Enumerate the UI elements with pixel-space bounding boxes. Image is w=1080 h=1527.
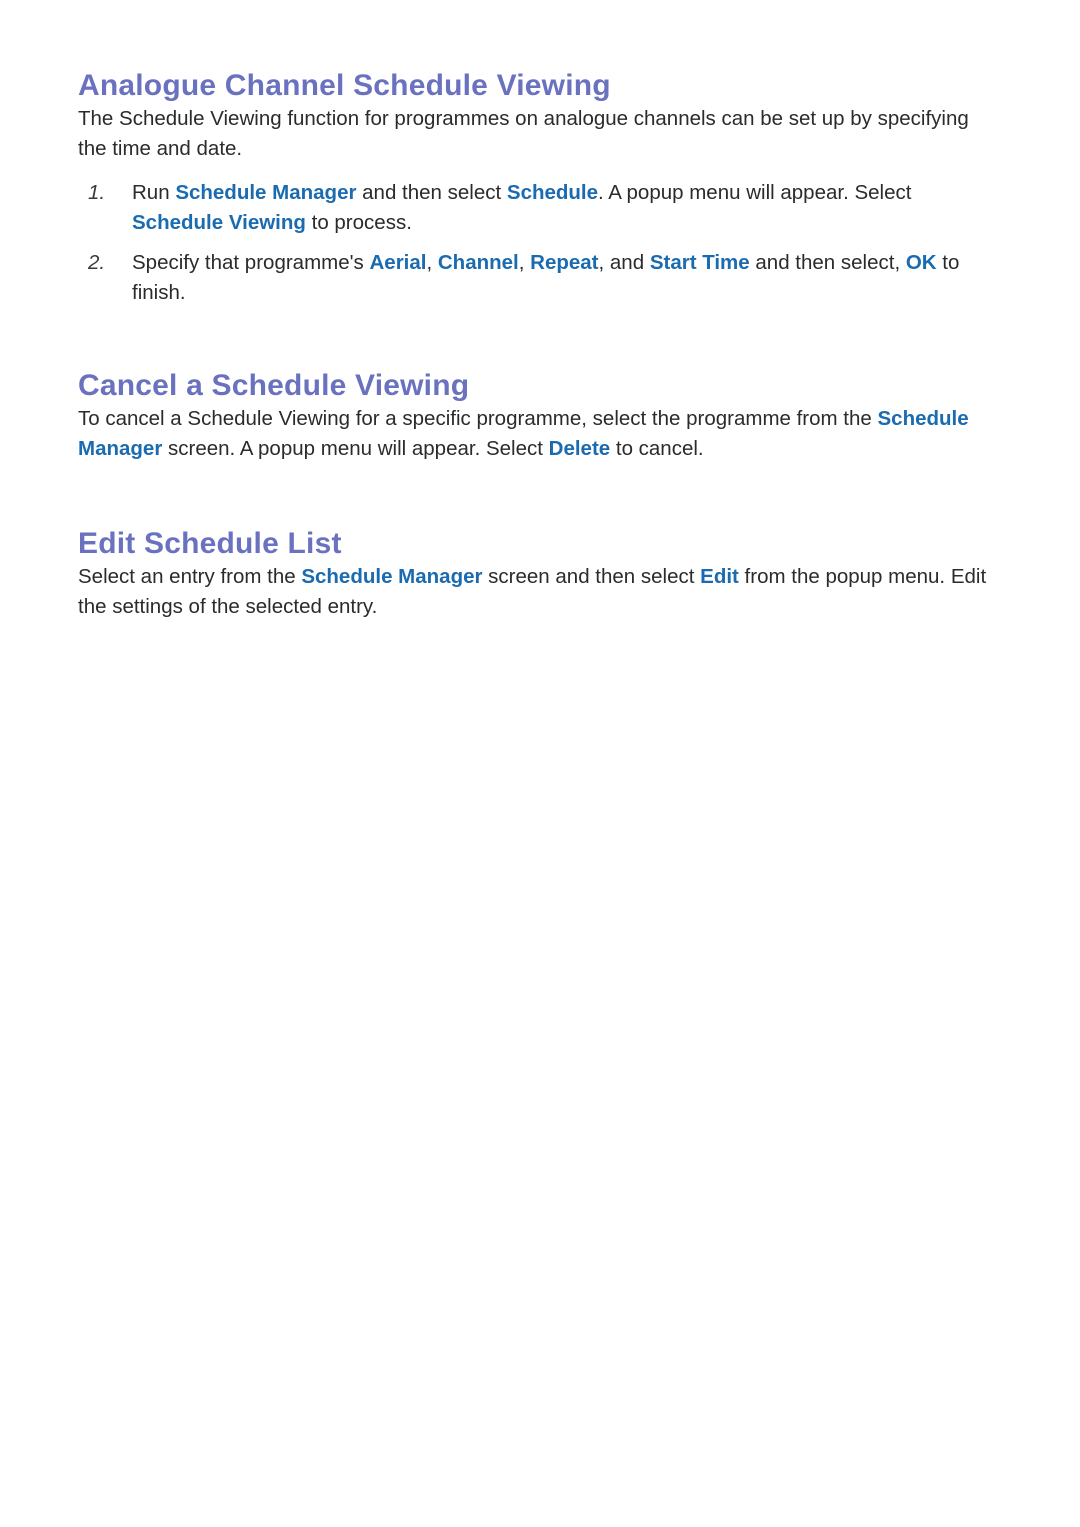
steps-list: 1. Run Schedule Manager and then select S… xyxy=(78,178,1002,308)
para-text-1: Select an entry from the xyxy=(78,565,302,588)
menu-ref-start-time[interactable]: Start Time xyxy=(650,251,750,274)
step-number: 1. xyxy=(88,181,106,204)
menu-ref-channel[interactable]: Channel xyxy=(438,251,519,274)
intro-paragraph: The Schedule Viewing function for progra… xyxy=(78,104,1002,164)
para-text-2: screen. A popup menu will appear. Select xyxy=(162,437,549,460)
menu-ref-schedule-manager[interactable]: Schedule Manager xyxy=(175,181,356,204)
list-item: 1. Run Schedule Manager and then select S… xyxy=(88,178,1002,238)
step-text-5: and then select, xyxy=(749,251,906,274)
section-heading-edit-schedule-list: Edit Schedule List xyxy=(78,527,342,560)
menu-ref-repeat[interactable]: Repeat xyxy=(530,251,598,274)
section-heading-cancel-schedule-viewing: Cancel a Schedule Viewing xyxy=(78,369,470,402)
para-text-3: to cancel. xyxy=(610,437,704,460)
step-text-2: and then select xyxy=(356,181,507,204)
step-text-1: Run xyxy=(132,181,176,204)
menu-ref-ok[interactable]: OK xyxy=(906,251,937,274)
section-paragraph-edit: Select an entry from the Schedule Manage… xyxy=(78,562,1002,622)
menu-ref-delete[interactable]: Delete xyxy=(549,437,611,460)
menu-ref-aerial[interactable]: Aerial xyxy=(369,251,426,274)
step-text-2: , xyxy=(426,251,438,274)
page-title: Analogue Channel Schedule Viewing xyxy=(78,69,611,102)
intro-text: The Schedule Viewing function for progra… xyxy=(78,107,969,160)
menu-ref-edit[interactable]: Edit xyxy=(700,565,739,588)
document-page: Analogue Channel Schedule Viewing The Sc… xyxy=(0,0,1080,1527)
step-text-3: , xyxy=(518,251,531,274)
section-paragraph-cancel: To cancel a Schedule Viewing for a speci… xyxy=(78,404,1002,464)
menu-ref-schedule[interactable]: Schedule xyxy=(507,181,598,204)
step-text-4: to process. xyxy=(305,211,412,234)
step-text-4: , and xyxy=(598,251,650,274)
list-item: 2. Specify that programme's Aerial, Chann… xyxy=(88,248,1002,308)
step-text-3: . A popup menu will appear. Select xyxy=(598,181,912,204)
menu-ref-schedule-manager[interactable]: Schedule Manager xyxy=(301,565,482,588)
menu-ref-schedule-viewing[interactable]: Schedule Viewing xyxy=(132,211,306,234)
step-number: 2. xyxy=(88,251,106,274)
para-text-1: To cancel a Schedule Viewing for a speci… xyxy=(78,407,878,430)
step-text-1: Specify that programme's xyxy=(132,251,370,274)
para-text-2: screen and then select xyxy=(482,565,701,588)
